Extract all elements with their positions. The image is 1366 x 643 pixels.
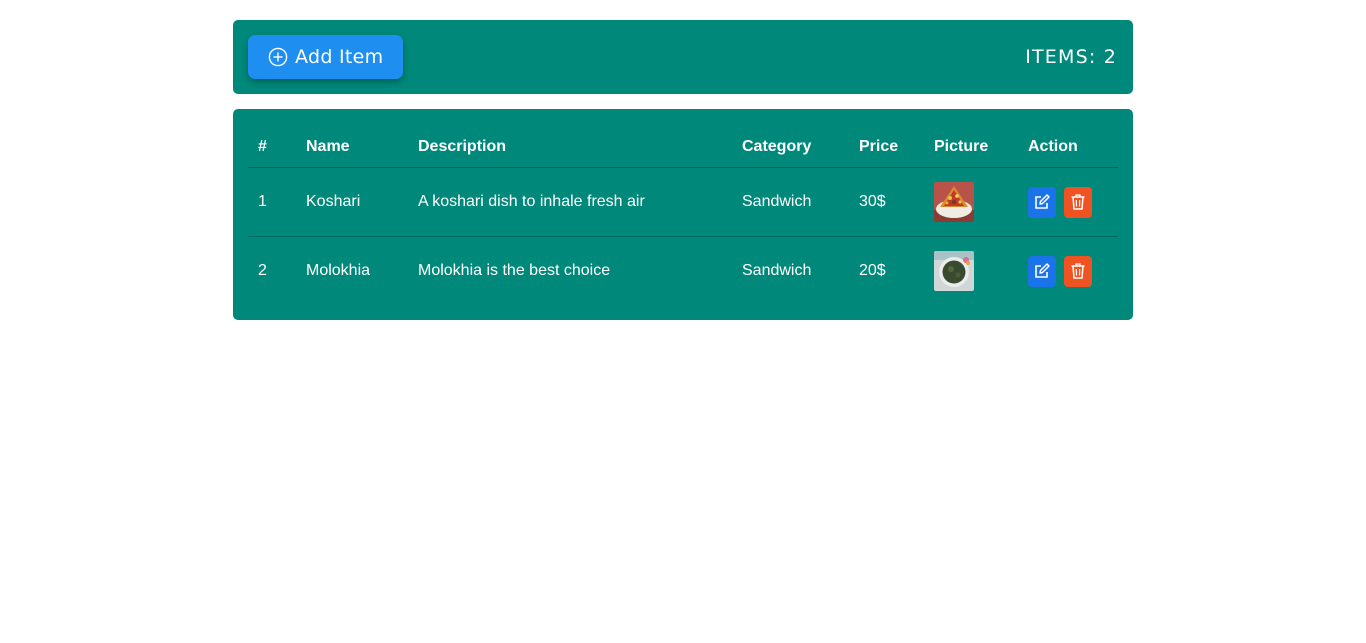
row-category: Sandwich [742, 262, 812, 279]
items-table: # Name Description Category Price Pictur… [248, 126, 1118, 305]
edit-button[interactable] [1028, 255, 1056, 287]
col-header-price: Price [849, 126, 924, 168]
col-header-category: Category [732, 126, 849, 168]
edit-button[interactable] [1028, 186, 1056, 218]
row-description: A koshari dish to inhale fresh air [408, 167, 732, 237]
col-header-name: Name [296, 126, 408, 168]
table-panel: # Name Description Category Price Pictur… [233, 109, 1133, 320]
molokhia-photo [934, 251, 974, 291]
row-index: 1 [248, 167, 296, 237]
row-category: Sandwich [732, 167, 849, 237]
row-actions [1018, 167, 1118, 237]
action-group [1028, 168, 1118, 236]
header-bar: Add Item ITEMS: 2 [233, 20, 1133, 94]
trash-icon [1071, 263, 1085, 279]
row-picture-cell [924, 167, 1018, 237]
table-row: 2 Molokhia Molokhia is the best choice S… [248, 237, 1118, 306]
row-description: Molokhia is the best choice [418, 262, 611, 279]
add-item-button[interactable]: Add Item [248, 35, 404, 79]
add-item-label: Add Item [295, 46, 384, 68]
delete-button[interactable] [1064, 255, 1092, 287]
row-actions [1018, 237, 1118, 306]
col-header-description: Description [408, 126, 732, 168]
row-name: Molokhia [306, 262, 371, 279]
delete-button[interactable] [1064, 186, 1092, 218]
row-price: 30$ [849, 167, 924, 237]
koshari-photo [934, 182, 974, 222]
row-name: Koshari [296, 167, 408, 237]
col-header-index: # [248, 126, 296, 168]
col-header-picture: Picture [924, 126, 1018, 168]
items-count: ITEMS: 2 [1025, 46, 1117, 68]
table-header-row: # Name Description Category Price Pictur… [248, 126, 1118, 168]
col-header-action: Action [1018, 126, 1118, 168]
trash-icon [1071, 194, 1085, 210]
row-price: 20$ [859, 262, 886, 279]
action-group [1028, 237, 1118, 305]
plus-circle-icon [268, 47, 288, 67]
row-picture-cell [924, 237, 1018, 306]
edit-icon [1035, 263, 1050, 278]
edit-icon [1035, 194, 1050, 209]
table-row: 1 Koshari A koshari dish to inhale fresh… [248, 167, 1118, 237]
row-index: 2 [258, 262, 267, 279]
